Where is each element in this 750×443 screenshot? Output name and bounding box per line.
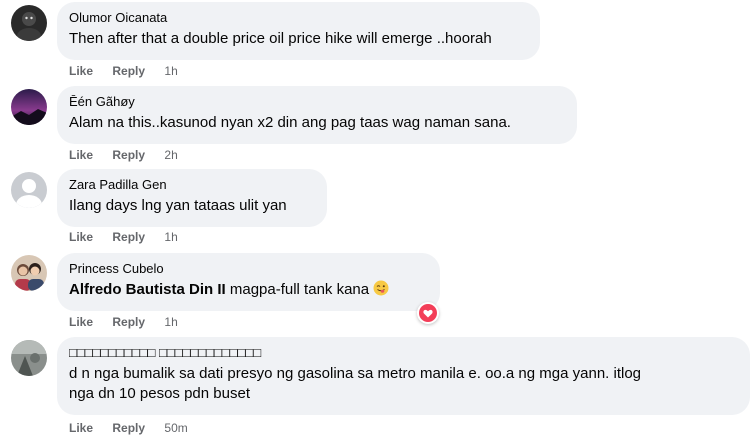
comment-author[interactable]: Zara Padilla Gen: [69, 176, 315, 193]
comment-actions: Like Reply 1h: [69, 314, 178, 330]
comment-timestamp[interactable]: 1h: [164, 63, 177, 79]
comment-bubble: Ēén Gãhøy Alam na this..kasunod nyan x2 …: [57, 86, 577, 144]
comment-text-line: nga dn 10 pesos pdn buset: [69, 385, 250, 402]
avatar[interactable]: [11, 5, 47, 41]
comment-bubble: Olumor Oicanata Then after that a double…: [57, 2, 540, 60]
reply-button[interactable]: Reply: [112, 314, 145, 330]
reply-button[interactable]: Reply: [112, 229, 145, 245]
comment-text: d n nga bumalik sa dati presyo ng gasoli…: [69, 364, 738, 404]
comment-actions: Like Reply 2h: [69, 147, 178, 163]
comment-text: Alfredo Bautista Din II magpa-full tank …: [69, 280, 428, 300]
like-button[interactable]: Like: [69, 229, 93, 245]
comment-bubble: Zara Padilla Gen Ilang days lng yan tata…: [57, 169, 327, 227]
mention-link[interactable]: Alfredo Bautista Din II: [69, 281, 226, 298]
reply-button[interactable]: Reply: [112, 420, 145, 436]
comment-text-body: magpa-full tank kana: [225, 281, 370, 298]
comment-text: Then after that a double price oil price…: [69, 30, 492, 47]
comment-bubble: Princess Cubelo Alfredo Bautista Din II …: [57, 253, 440, 311]
comment-text: Ilang days lng yan tataas ulit yan: [69, 197, 287, 214]
avatar[interactable]: [11, 89, 47, 125]
love-reaction-icon[interactable]: [417, 302, 439, 324]
comment-timestamp[interactable]: 50m: [164, 420, 187, 436]
like-button[interactable]: Like: [69, 63, 93, 79]
avatar[interactable]: [11, 255, 47, 291]
comment-author[interactable]: Ēén Gãhøy: [69, 93, 565, 110]
comment-actions: Like Reply 1h: [69, 229, 178, 245]
like-button[interactable]: Like: [69, 420, 93, 436]
comment-text: Alam na this..kasunod nyan x2 din ang pa…: [69, 114, 511, 131]
winking-face-with-tongue-emoji: [373, 280, 389, 296]
like-button[interactable]: Like: [69, 147, 93, 163]
avatar[interactable]: [11, 172, 47, 208]
reply-button[interactable]: Reply: [112, 147, 145, 163]
reply-button[interactable]: Reply: [112, 63, 145, 79]
comment-bubble: □□□□□□□□□□□ □□□□□□□□□□□□□ d n nga bumali…: [57, 337, 750, 415]
avatar[interactable]: [11, 340, 47, 376]
comment-actions: Like Reply 1h: [69, 63, 178, 79]
comment-timestamp[interactable]: 1h: [164, 314, 177, 330]
comment-timestamp[interactable]: 2h: [164, 147, 177, 163]
comment-author[interactable]: Olumor Oicanata: [69, 9, 528, 26]
comment-text-line: d n nga bumalik sa dati presyo ng gasoli…: [69, 365, 642, 382]
comment-author[interactable]: Princess Cubelo: [69, 260, 428, 277]
comment-timestamp[interactable]: 1h: [164, 229, 177, 245]
comment-author[interactable]: □□□□□□□□□□□ □□□□□□□□□□□□□: [69, 344, 738, 361]
comment-actions: Like Reply 50m: [69, 420, 188, 436]
like-button[interactable]: Like: [69, 314, 93, 330]
